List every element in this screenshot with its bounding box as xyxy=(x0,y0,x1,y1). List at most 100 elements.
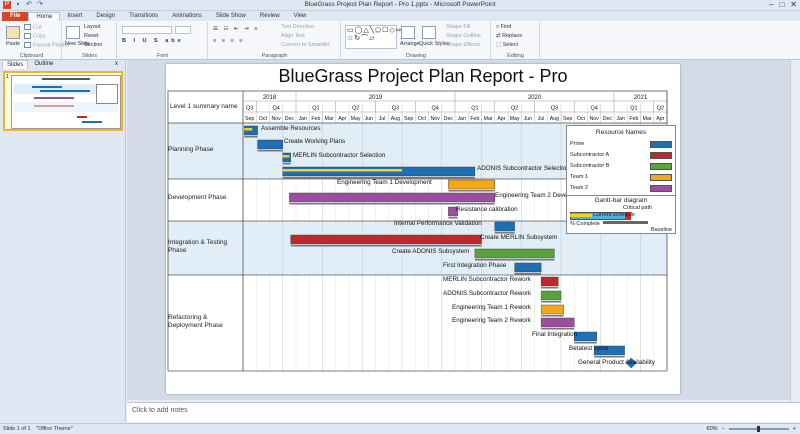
tab-design[interactable]: Design xyxy=(89,12,122,21)
month-label: Feb xyxy=(629,116,638,122)
scissors-icon xyxy=(24,24,31,30)
quick-styles-icon[interactable] xyxy=(422,26,436,39)
year-label: 2020 xyxy=(528,95,542,101)
baseline-bar xyxy=(244,136,258,138)
arrange-button[interactable]: Arrange xyxy=(400,41,420,47)
tab-outline[interactable]: Outline xyxy=(30,60,57,69)
notes-placeholder[interactable]: Click to add notes xyxy=(132,407,188,414)
zoom-control[interactable]: 60% − + xyxy=(707,426,796,432)
gantt-bar xyxy=(540,276,559,287)
slide-counter: Slide 1 of 1 xyxy=(3,426,31,432)
slides-panel: Slides Outline x 1 xyxy=(0,60,126,422)
quick-styles-button[interactable]: Quick Styles xyxy=(419,41,450,47)
paste-button[interactable]: Paste xyxy=(6,41,20,47)
month-label: Jun xyxy=(524,116,532,122)
phase-label: Integration & Testing Phase xyxy=(168,239,228,254)
baseline-bar xyxy=(514,273,542,275)
month-label: Aug xyxy=(550,116,559,122)
slide-thumbnail-preview xyxy=(11,75,121,129)
gantt-bar xyxy=(494,221,515,232)
month-label: Oct xyxy=(418,116,427,122)
month-label: Jan xyxy=(298,116,306,122)
task-label: Betatest cycle xyxy=(569,345,609,352)
slide-canvas[interactable]: BlueGrass Project Plan Report - Pro 2018… xyxy=(166,64,680,394)
shape-effects-button[interactable]: Shape Effects xyxy=(446,42,480,48)
minimize-button[interactable]: – xyxy=(769,0,773,10)
legend-swatch xyxy=(650,163,672,170)
month-label: Aug xyxy=(391,116,400,122)
maximize-button[interactable]: □ xyxy=(779,0,784,10)
select-button[interactable]: ⬚ Select xyxy=(496,42,518,48)
layout-button[interactable]: Layout xyxy=(84,24,101,30)
tab-home[interactable]: Home xyxy=(28,12,61,21)
find-button[interactable]: ⌕ Find xyxy=(496,24,511,31)
new-slide-icon[interactable] xyxy=(66,26,80,39)
legend-item: Team 2 xyxy=(570,185,589,191)
copy-button[interactable]: Copy xyxy=(24,33,46,39)
zoom-out-icon[interactable]: − xyxy=(722,426,725,432)
paste-icon[interactable] xyxy=(6,26,20,39)
month-label: Feb xyxy=(311,116,320,122)
shapes-gallery[interactable]: ▭◯△╲⬠☐◇⇨{}☆↻⌒▱ xyxy=(345,25,408,49)
tab-view[interactable]: View xyxy=(287,12,314,21)
baseline-bar xyxy=(448,190,495,192)
shape-outline-button[interactable]: Shape Outline xyxy=(446,33,481,39)
slide-thumbnail[interactable]: 1 xyxy=(3,71,123,131)
month-label: Apr xyxy=(656,116,664,122)
month-label: Apr xyxy=(338,116,346,122)
task-label: Assemble Resources xyxy=(261,125,321,132)
baseline-bar xyxy=(574,342,597,344)
quarter-label: Q1 xyxy=(630,106,637,112)
legend-swatch xyxy=(650,141,672,148)
reset-button[interactable]: Reset xyxy=(84,33,98,39)
task-label: Create MERLIN Subsystem xyxy=(480,234,558,241)
month-label: Jun xyxy=(365,116,373,122)
shape-fill-button[interactable]: Shape Fill xyxy=(446,24,470,30)
align-text-button[interactable]: Align Text xyxy=(281,33,305,39)
zoom-in-icon[interactable]: + xyxy=(793,426,796,432)
tab-transitions[interactable]: Transitions xyxy=(122,12,165,21)
phase-label: Refactoring & Deployment Phase xyxy=(168,314,223,329)
year-label: 2021 xyxy=(634,95,648,101)
tab-slides[interactable]: Slides xyxy=(2,60,29,69)
tab-animations[interactable]: Animations xyxy=(165,12,209,21)
font-style-buttons[interactable]: B I U S abe xyxy=(122,38,184,44)
tab-file[interactable]: File xyxy=(2,12,29,21)
font-name-box[interactable] xyxy=(122,26,172,34)
month-label: Nov xyxy=(431,116,441,122)
window-title: BlueGrass Project Plan Report - Pro 1.pp… xyxy=(304,1,496,8)
legend-title: Resource Names xyxy=(595,129,647,136)
quarter-label: Q4 xyxy=(431,106,438,112)
notes-pane[interactable]: Click to add notes xyxy=(127,402,800,422)
close-button[interactable]: ✕ xyxy=(790,0,797,10)
font-size-box[interactable] xyxy=(175,26,191,34)
baseline-bar xyxy=(448,217,458,219)
ribbon: Paste Cut Copy Format Painter Clipboard … xyxy=(0,21,800,60)
cut-button[interactable]: Cut xyxy=(24,24,42,30)
zoom-slider[interactable] xyxy=(728,426,789,432)
percent-complete-label: % Complete xyxy=(570,221,600,227)
quarter-label: Q4 xyxy=(272,106,279,112)
align-buttons[interactable]: ≡ ≡ ≡ ≡ xyxy=(213,38,244,44)
close-panel-button[interactable]: x xyxy=(111,60,122,69)
gantt-bar xyxy=(574,331,597,342)
vertical-scrollbar[interactable] xyxy=(790,60,800,402)
arrange-icon[interactable] xyxy=(401,26,415,39)
text-direction-button[interactable]: Text Direction xyxy=(281,24,314,30)
theme-name: "Office Theme" xyxy=(36,426,73,432)
month-label: Jul xyxy=(379,116,386,122)
progress-stripe xyxy=(282,169,402,172)
tab-slide-show[interactable]: Slide Show xyxy=(209,12,253,21)
convert-smartart-button[interactable]: Convert to SmartArt xyxy=(281,42,330,48)
baseline-bar xyxy=(594,356,625,358)
baseline-bar xyxy=(257,150,283,152)
month-label: Sep xyxy=(563,116,572,122)
month-label: Apr xyxy=(497,116,505,122)
section-button[interactable]: Section xyxy=(84,42,102,48)
list-buttons[interactable]: ☰ ☷ ⇤ ⇥ ≡ xyxy=(213,26,259,32)
month-label: Mar xyxy=(484,116,493,122)
tab-review[interactable]: Review xyxy=(253,12,287,21)
tab-insert[interactable]: Insert xyxy=(60,12,89,21)
replace-button[interactable]: ⇄ Replace xyxy=(496,33,522,39)
gantt-bar xyxy=(289,192,495,203)
